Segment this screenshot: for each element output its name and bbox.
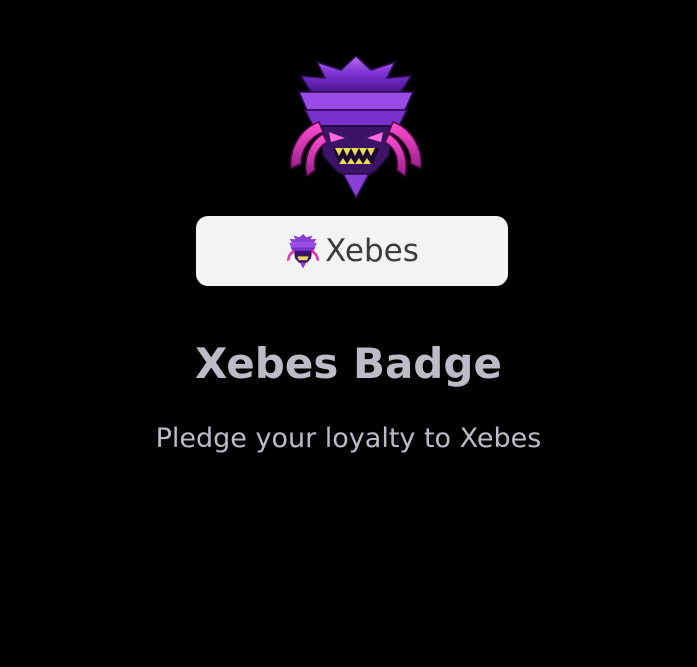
- xebes-emblem-icon: [283, 52, 429, 200]
- xebes-mini-emblem-icon: [285, 233, 321, 269]
- badge-card: Xebes Xebes Badge Pledge your loyalty to…: [0, 0, 697, 667]
- badge-pill-label: Xebes: [325, 232, 419, 269]
- badge-description: Pledge your loyalty to Xebes: [155, 423, 542, 454]
- badge-pill-button[interactable]: Xebes: [196, 216, 508, 286]
- badge-title: Xebes Badge: [195, 339, 502, 388]
